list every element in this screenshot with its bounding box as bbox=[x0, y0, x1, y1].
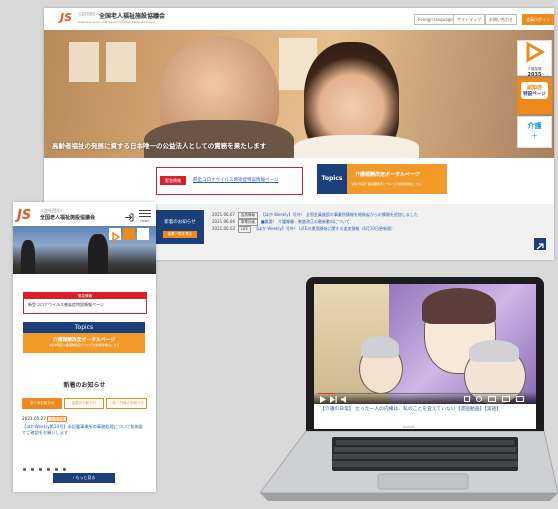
carousel-dot[interactable] bbox=[23, 468, 26, 471]
play-icon[interactable] bbox=[319, 396, 327, 403]
volume-icon[interactable] bbox=[341, 396, 349, 403]
mobile-alert-text[interactable]: 新型コロナウイルス感染症特設情報ページ bbox=[24, 299, 146, 311]
tab-public-news[interactable]: 一般・行政のお知らせ bbox=[106, 398, 147, 409]
elderly-man-body bbox=[144, 120, 294, 158]
laptop-base: HUAWEI bbox=[259, 425, 558, 505]
person-silhouette bbox=[88, 234, 108, 274]
caregiver-shirt bbox=[294, 135, 419, 158]
login-icon bbox=[125, 213, 134, 222]
mobile-side-badge[interactable] bbox=[137, 228, 149, 240]
topics-label: Topics bbox=[317, 164, 347, 194]
news-more-button[interactable]: 新着一覧を見る bbox=[163, 231, 197, 238]
character-hair bbox=[361, 336, 399, 358]
news-list: 2021.06.07 会員情報 【ほか Weekly】号外！ 全国会員施設の事業所情… bbox=[212, 211, 452, 233]
video-progress-track[interactable] bbox=[318, 393, 532, 394]
window-shape bbox=[69, 42, 99, 82]
org-prefix: 公益社団法人 bbox=[78, 12, 99, 16]
play-icon bbox=[526, 41, 546, 63]
side-banner-dementia[interactable]: 認知症 特設ページ bbox=[517, 78, 552, 114]
org-name: 全国老人福祉施設協議会 bbox=[99, 13, 166, 20]
play-icon bbox=[112, 231, 121, 243]
mobile-more-button[interactable]: › もっと見る bbox=[53, 473, 115, 483]
side-banner-2035[interactable]: 介護保険 2035 bbox=[517, 40, 552, 78]
next-icon[interactable] bbox=[330, 396, 337, 403]
mobile-side-badge[interactable] bbox=[123, 228, 135, 240]
arrow-up-icon bbox=[536, 243, 544, 250]
emergency-news-link[interactable]: 新型コロナウイルス感染症特設情報ページ bbox=[193, 177, 278, 183]
news-box-title: 新着のお知らせ bbox=[164, 220, 196, 225]
hero-caption: 高齢者福祉の発展に資する日本唯一の公益法人としての責務を果たします bbox=[52, 142, 267, 150]
side-banner-kaigo[interactable]: 介護 ＋ bbox=[517, 116, 552, 148]
emergency-tag: 緊急情報 bbox=[160, 176, 186, 185]
person-silhouette bbox=[21, 240, 35, 274]
subtitles-icon[interactable] bbox=[464, 396, 470, 402]
news-row[interactable]: 2021.06.07 会員情報 【ほか Weekly】号外！ 全国会員施設の事業所情… bbox=[212, 211, 452, 219]
mobile-logo[interactable]: JS bbox=[17, 208, 31, 223]
carousel-dot[interactable] bbox=[63, 468, 66, 471]
miniplayer-icon[interactable] bbox=[488, 396, 496, 402]
carousel-dot[interactable] bbox=[47, 468, 50, 471]
mobile-topics-sub: 令和3年度介護報酬改定についての最新情報はこちら bbox=[48, 343, 120, 347]
mobile-hero-image bbox=[13, 226, 156, 274]
mobile-alert-box[interactable]: 緊急情報 新型コロナウイルス感染症特設情報ページ bbox=[23, 292, 147, 314]
mobile-side-badge[interactable] bbox=[109, 228, 121, 243]
video-player[interactable] bbox=[314, 284, 536, 404]
tab-all-news[interactable]: 全てのお知らせ bbox=[22, 398, 62, 409]
news-box: 新着のお知らせ 新着一覧を見る bbox=[156, 210, 204, 244]
carousel-dot[interactable] bbox=[31, 468, 34, 471]
tab-member-news[interactable]: 会員のお知らせ bbox=[64, 398, 104, 409]
carousel-dot[interactable] bbox=[39, 468, 42, 471]
mobile-topics-label: Topics bbox=[23, 322, 145, 333]
mobile-org-name: 全国老人福祉施設協議会 bbox=[40, 215, 96, 221]
mobile-site-screenshot: JS 公益社団法人 全国老人福祉施設協議会 ログイン MENU 緊急情報 新型コ… bbox=[13, 202, 156, 492]
character-hair bbox=[469, 340, 519, 362]
topics-banner[interactable]: Topics 介護報酬改定ポータルページ 令和3年度介護報酬改定についての最新情… bbox=[317, 164, 447, 194]
hero-image: 高齢者福祉の発展に資する日本唯一の公益法人としての責務を果たします 介護保険 2… bbox=[44, 30, 554, 158]
video-controls bbox=[314, 392, 536, 404]
fullscreen-icon[interactable] bbox=[516, 396, 524, 402]
news-row[interactable]: 2021.06.03 LIFE 【ほか Weekly】号外！ LIFEの運用開始に関… bbox=[212, 225, 452, 233]
video-title[interactable]: 【介護の日常】 たった一人の内緒は、私のことを覚えていない【漫画動画】【実話】 bbox=[320, 407, 530, 414]
member-login-button[interactable]: 会員ログイン bbox=[522, 14, 554, 25]
mobile-topics-title: 介護報酬改定ポータルページ bbox=[52, 338, 116, 343]
laptop-screen: 【介護の日常】 たった一人の内緒は、私のことを覚えていない【漫画動画】【実話】 bbox=[314, 284, 536, 429]
laptop-keyboard-deck bbox=[259, 430, 558, 501]
chevron-right-icon: › bbox=[72, 475, 75, 480]
carousel-dot[interactable] bbox=[55, 468, 58, 471]
contact-link[interactable]: お問い合わせ bbox=[485, 14, 517, 25]
mobile-news-date: 2021.05.27 会員情報 bbox=[22, 416, 68, 422]
mobile-topics-banner[interactable]: Topics 介護報酬改定ポータルページ 令和3年度介護報酬改定についての最新情… bbox=[23, 322, 145, 353]
window-shape bbox=[106, 42, 136, 82]
desktop-header: JS 公益社団法人 全国老人福祉施設協議会 Japanese Council o… bbox=[44, 8, 554, 31]
desktop-banner-row: 緊急情報 新型コロナウイルス感染症特設情報ページ Topics 介護報酬改定ポー… bbox=[44, 158, 554, 204]
mobile-section-title: 新着のお知らせ bbox=[63, 382, 106, 389]
laptop-brand: HUAWEI bbox=[402, 425, 416, 429]
foreign-language-link[interactable]: Foreign language bbox=[414, 14, 457, 25]
org-subtitle: Japanese Council of Senior Citizens Welf… bbox=[78, 20, 156, 24]
news-row[interactable]: 2021.06.04 事業計画 ■重要！ 介護報酬・制度改正の最新動向について bbox=[212, 218, 452, 226]
hamburger-icon bbox=[139, 210, 151, 217]
mobile-news-link[interactable]: 【ほかWeekly第10号】未記載事業所の事務処理について各施設でご確認をお願い… bbox=[22, 424, 146, 436]
sitemap-link[interactable]: サイトマップ bbox=[453, 14, 485, 25]
mobile-news-tag: 会員情報 bbox=[47, 416, 68, 422]
menu-button[interactable]: MENU bbox=[139, 208, 151, 223]
topics-subtitle: 令和3年度介護報酬改定についての最新情報はこちら bbox=[351, 182, 422, 186]
emergency-news-box[interactable]: 緊急情報 新型コロナウイルス感染症特設情報ページ bbox=[156, 167, 303, 195]
character-hair bbox=[422, 288, 496, 324]
site-logo[interactable]: JS bbox=[60, 11, 72, 24]
theater-icon[interactable] bbox=[502, 396, 510, 402]
page-top-button[interactable] bbox=[534, 238, 546, 250]
topics-title: 介護報酬改定ポータルページ bbox=[355, 172, 420, 178]
settings-icon[interactable] bbox=[476, 396, 482, 402]
